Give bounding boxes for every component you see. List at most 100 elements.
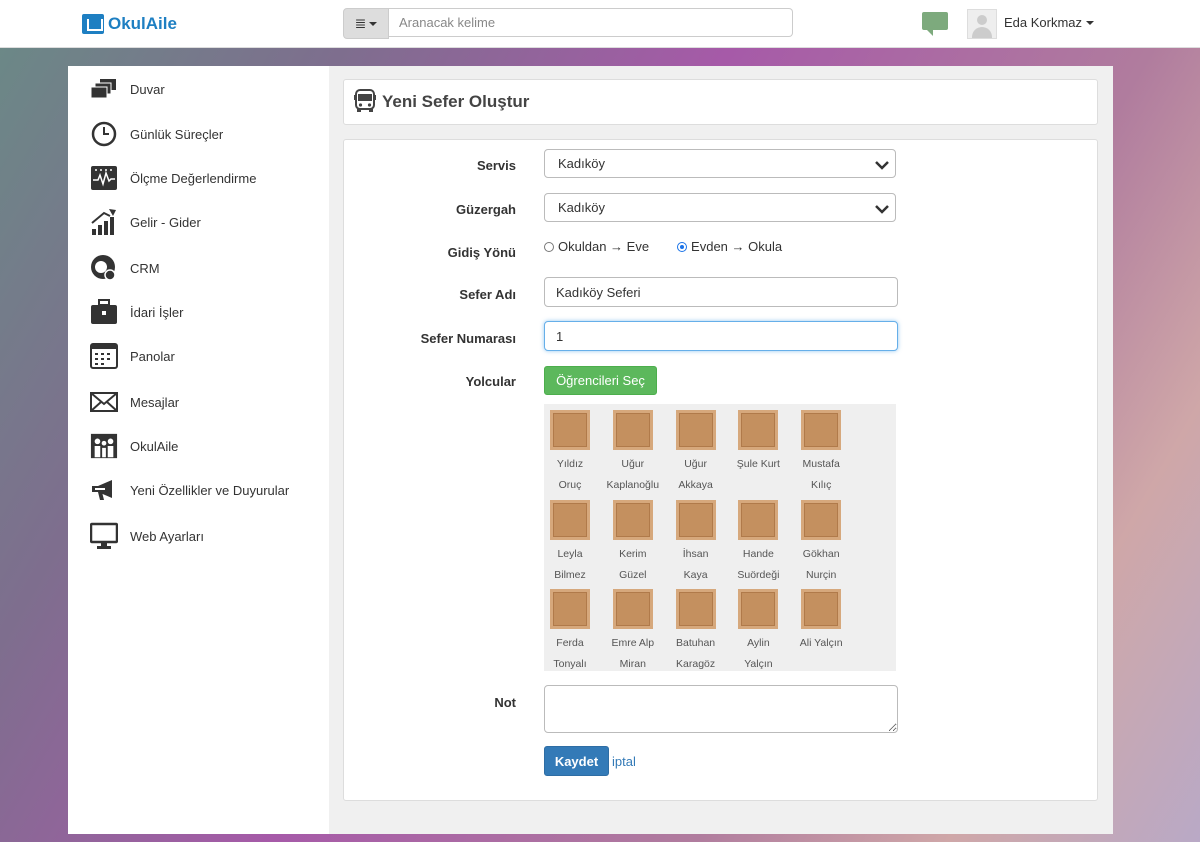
student-card[interactable]: Kerim Güzel	[603, 499, 663, 586]
student-last-name: Güzel	[619, 568, 647, 581]
student-first-name: Emre Alp	[611, 637, 655, 649]
direction-radio-group: Okuldan → Eve Evden → Okula	[544, 239, 782, 254]
student-card[interactable]: Şule Kurt	[728, 410, 788, 475]
sidebar-item-label: Yeni Özellikler ve Duyurular	[130, 482, 290, 498]
student-photo	[550, 499, 590, 540]
student-card[interactable]: Ali Yalçın	[791, 589, 851, 654]
sefer-adi-input[interactable]	[544, 277, 898, 307]
student-card[interactable]: Yıldız Oruç	[540, 410, 600, 496]
sidebar-item-yeni-ozellikler[interactable]: Yeni Özellikler ve Duyurular	[90, 475, 289, 505]
radio-okuldan-eve[interactable]: Okuldan → Eve	[544, 239, 649, 254]
save-button[interactable]: Kaydet	[544, 746, 609, 776]
student-card[interactable]: Emre Alp Miran	[603, 589, 663, 675]
cancel-link[interactable]: iptal	[612, 754, 636, 769]
briefcase-icon	[90, 299, 118, 325]
student-photo	[612, 499, 653, 540]
sidebar-item-label: Ölçme Değerlendirme	[130, 170, 257, 186]
student-first-name: Ferda	[556, 637, 584, 649]
student-card[interactable]: Aylin Yalçın	[728, 589, 788, 675]
search-menu-button[interactable]: ≣	[343, 8, 389, 39]
brand-logo[interactable]: OkulAile	[82, 14, 177, 34]
student-card[interactable]: Batuhan Karagöz	[666, 589, 726, 675]
student-photo	[675, 589, 716, 629]
student-photo	[675, 410, 716, 450]
caret-down-icon	[369, 21, 378, 26]
student-card[interactable]: Mustafa Kılıç	[791, 410, 851, 496]
okulaile-logo-icon	[82, 14, 104, 34]
radio-button[interactable]	[544, 241, 554, 252]
select-students-button[interactable]: Öğrencileri Seç	[544, 366, 657, 395]
sefer-numarasi-input[interactable]	[544, 321, 898, 351]
student-first-name: Yıldız	[556, 458, 584, 470]
sidebar-item-web-ayarlari[interactable]: Web Ayarları	[90, 521, 204, 551]
radio-label: Evden → Okula	[691, 239, 783, 254]
chevron-down-icon	[875, 202, 889, 217]
chat-icon[interactable]	[922, 12, 948, 36]
sidebar-item-label: Günlük Süreçler	[130, 126, 224, 142]
student-first-name: Mustafa	[802, 458, 840, 470]
sidebar-item-label: Gelir - Gider	[130, 214, 201, 230]
student-last-name: Suördeği	[737, 568, 780, 581]
student-first-name: Aylin	[747, 637, 770, 649]
caret-down-icon	[1086, 20, 1095, 25]
student-first-name: Leyla	[557, 547, 583, 560]
student-last-name: Kılıç	[810, 479, 832, 491]
clock-icon	[90, 121, 118, 147]
student-card[interactable]: Hande Suördeği	[728, 499, 788, 586]
sidebar-item-gunluk-surecler[interactable]: Günlük Süreçler	[90, 119, 223, 149]
sidebar-item-crm[interactable]: CRM	[90, 253, 160, 283]
bus-icon	[354, 88, 376, 116]
sefer-adi-label: Sefer Adı	[459, 287, 516, 302]
student-first-name: Uğur	[621, 458, 645, 470]
avatar[interactable]	[967, 9, 997, 39]
measure-icon	[90, 165, 118, 191]
sidebar-item-label: Panolar	[130, 348, 175, 364]
radio-button-selected[interactable]	[677, 241, 688, 252]
servis-select[interactable]: Kadıköy	[544, 149, 896, 178]
sidebar-item-gelir-gider[interactable]: Gelir - Gider	[90, 207, 201, 237]
megaphone-icon	[90, 477, 118, 503]
sidebar-item-olcme-degerlendirme[interactable]: Ölçme Değerlendirme	[90, 163, 256, 193]
radio-evden-okula[interactable]: Evden → Okula	[677, 239, 782, 254]
student-card[interactable]: Uğur Kaplanoğlu	[603, 410, 663, 496]
gidis-yonu-label: Gidiş Yönü	[447, 245, 516, 260]
student-first-name: Batuhan	[676, 637, 716, 649]
student-card[interactable]: Uğur Akkaya	[666, 410, 726, 496]
wall-icon	[90, 76, 118, 102]
sidebar-item-mesajlar[interactable]: Mesajlar	[90, 387, 179, 417]
sidebar-item-okulaile[interactable]: OkulAile	[90, 431, 178, 461]
sidebar-item-duvar[interactable]: Duvar	[90, 74, 165, 104]
user-menu[interactable]: Eda Korkmaz	[1004, 15, 1095, 30]
not-textarea[interactable]	[544, 685, 898, 733]
student-card[interactable]: Leyla Bilmez	[540, 499, 600, 586]
sidebar-item-panolar[interactable]: Panolar	[90, 341, 175, 371]
sidebar-item-idari-isler[interactable]: İdari İşler	[90, 297, 183, 327]
chevron-down-icon	[875, 158, 889, 173]
student-first-name: Kerim	[619, 547, 647, 560]
chart-icon	[90, 209, 118, 235]
guzergah-selected-value: Kadıköy	[558, 200, 605, 215]
student-last-name: Oruç	[558, 479, 582, 491]
monitor-icon	[90, 522, 118, 549]
search-bar: ≣	[343, 8, 793, 39]
student-card[interactable]: Ferda Tonyalı	[540, 589, 600, 675]
student-first-name: Şule Kurt	[736, 458, 780, 470]
board-icon	[90, 343, 118, 369]
student-photo	[675, 499, 716, 540]
student-last-name: Karagöz	[676, 658, 716, 670]
student-card[interactable]: Gökhan Nurçin	[791, 499, 851, 586]
guzergah-label: Güzergah	[456, 202, 516, 217]
student-list: Yıldız Oruç Uğur Kaplanoğlu Uğur Akkaya Şule K…	[544, 404, 896, 671]
sidebar-item-label: Duvar	[130, 81, 165, 97]
sidebar-item-label: Mesajlar	[130, 394, 180, 410]
list-icon: ≣	[354, 15, 367, 31]
student-first-name: Gökhan	[802, 547, 840, 560]
student-photo	[801, 589, 842, 629]
search-input[interactable]	[389, 8, 793, 37]
guzergah-select[interactable]: Kadıköy	[544, 193, 896, 222]
family-icon	[90, 433, 118, 459]
radio-label: Okuldan → Eve	[558, 239, 650, 254]
student-photo	[612, 410, 653, 450]
student-card[interactable]: İhsan Kaya	[666, 499, 726, 586]
student-photo	[550, 589, 590, 629]
